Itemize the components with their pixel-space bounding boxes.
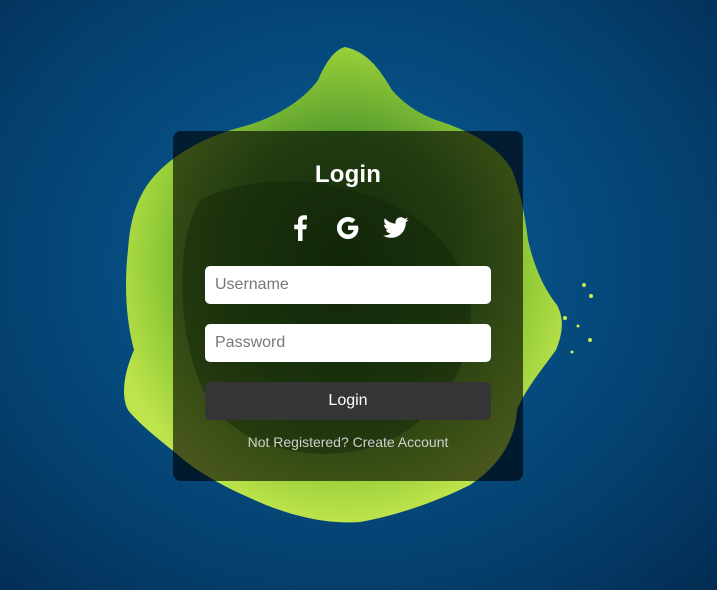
twitter-icon <box>383 217 409 238</box>
register-prompt: Not Registered? Create Account <box>173 434 523 450</box>
facebook-icon <box>294 215 307 241</box>
login-title: Login <box>314 161 382 188</box>
register-prompt-text: Not Registered? <box>247 434 349 450</box>
create-account-link[interactable]: Create Account <box>353 434 449 450</box>
login-button[interactable]: Login <box>205 382 491 420</box>
google-login-button[interactable] <box>333 213 363 243</box>
login-card: Login Login Not Registered? Create Accou… <box>173 131 523 481</box>
facebook-login-button[interactable] <box>285 213 315 243</box>
google-icon <box>337 217 359 239</box>
social-login-row <box>173 213 523 243</box>
password-input[interactable] <box>205 324 491 362</box>
twitter-login-button[interactable] <box>381 213 411 243</box>
username-input[interactable] <box>205 266 491 304</box>
